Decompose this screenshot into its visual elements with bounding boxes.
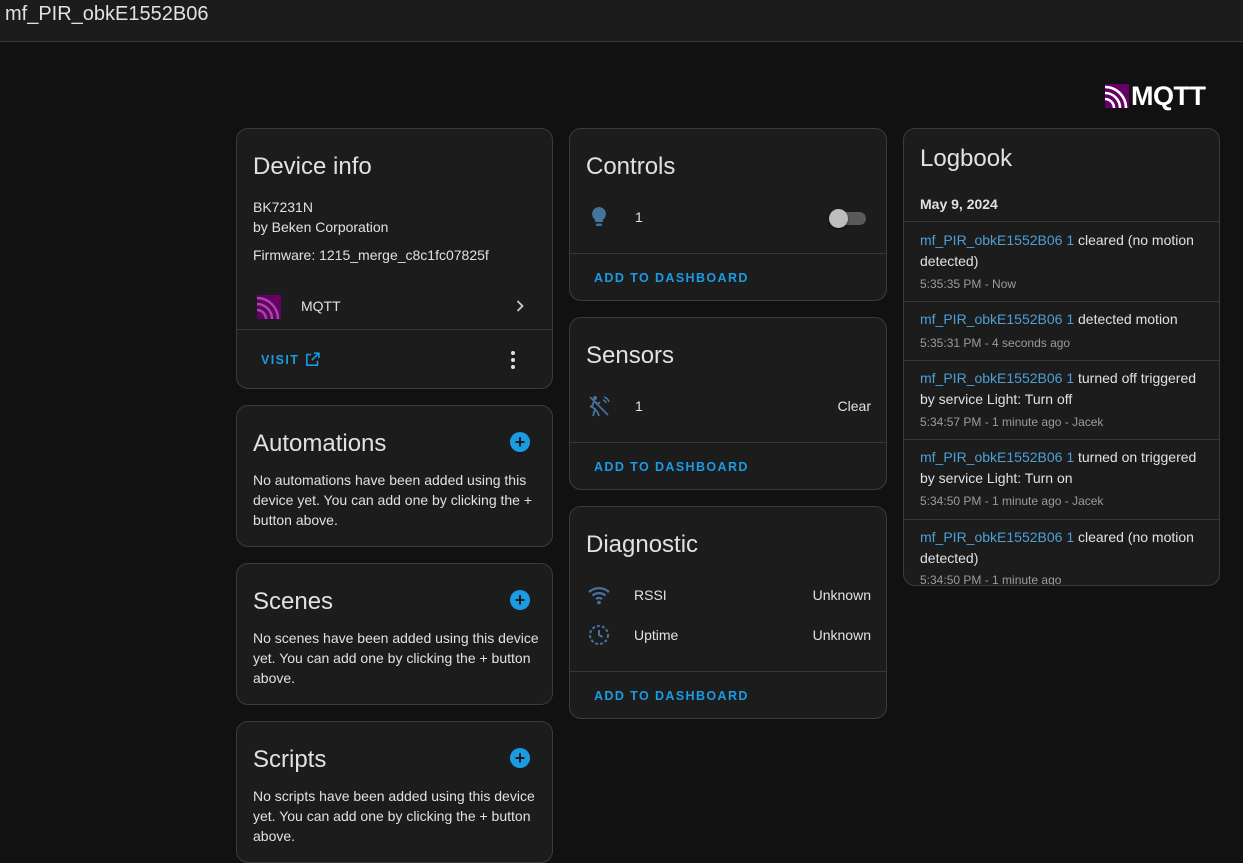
logbook-entity-link[interactable]: mf_PIR_obkE1552B06 1: [920, 529, 1074, 545]
device-model: BK7231N: [253, 199, 313, 215]
sensors-entity-state: Clear: [837, 398, 871, 414]
logbook-entity-link[interactable]: mf_PIR_obkE1552B06 1: [920, 232, 1074, 248]
logbook-entry-time: 5:34:50 PM - 1 minute ago - Jacek: [920, 494, 1104, 508]
logbook-entry-time: 5:35:31 PM - 4 seconds ago: [920, 336, 1071, 350]
logbook-entry-time: 5:34:50 PM - 1 minute ago: [920, 573, 1062, 586]
logbook-entity-link[interactable]: mf_PIR_obkE1552B06 1: [920, 370, 1074, 386]
logbook-card: Logbook May 9, 2024 mf_PIR_obkE1552B06 1…: [903, 128, 1220, 586]
diagnostic-rssi-value: Unknown: [812, 587, 871, 603]
logbook-entry: mf_PIR_obkE1552B06 1 turned off triggere…: [904, 361, 1219, 439]
diagnostic-uptime-label: Uptime: [634, 627, 679, 643]
open-in-new-icon: [306, 352, 320, 366]
logbook-entry-message: mf_PIR_obkE1552B06 1 turned off triggere…: [920, 368, 1204, 410]
wifi-icon: [588, 587, 610, 605]
logbook-title: Logbook: [920, 145, 1013, 172]
sensors-title: Sensors: [586, 342, 675, 369]
scripts-title: Scripts: [253, 746, 327, 773]
controls-title: Controls: [586, 153, 676, 180]
logbook-entity-link[interactable]: mf_PIR_obkE1552B06 1: [920, 311, 1074, 327]
logbook-entry: mf_PIR_obkE1552B06 1 cleared (no motion …: [904, 222, 1219, 300]
logbook-entry-time: 5:35:35 PM - Now: [920, 277, 1017, 291]
device-firmware: Firmware: 1215_merge_c8c1fc07825f: [253, 247, 489, 263]
chevron-right-icon: [516, 300, 524, 312]
device-manufacturer: by Beken Corporation: [253, 219, 389, 235]
lightbulb-icon: [592, 207, 606, 226]
add-automation-button[interactable]: +: [510, 432, 530, 452]
diagnostic-row-uptime[interactable]: Uptime Unknown: [570, 619, 886, 651]
sensors-card: Sensors 1 Clear ADD TO DASHBOARD: [569, 317, 887, 490]
automations-title: Automations: [253, 430, 387, 457]
integration-row[interactable]: MQTT: [237, 285, 552, 329]
divider: [237, 329, 552, 330]
controls-toggle[interactable]: [828, 207, 868, 229]
automations-card: Automations + No automations have been a…: [236, 405, 553, 547]
motion-sensor-icon: [589, 396, 610, 417]
logbook-entry: mf_PIR_obkE1552B06 1 cleared (no motion …: [904, 520, 1219, 586]
controls-entity-row[interactable]: 1: [570, 201, 886, 233]
controls-add-to-dashboard-button[interactable]: ADD TO DASHBOARD: [594, 271, 749, 285]
diagnostic-rssi-label: RSSI: [634, 587, 667, 603]
logbook-date: May 9, 2024: [920, 196, 998, 212]
divider: [570, 671, 886, 672]
diagnostic-add-to-dashboard-button[interactable]: ADD TO DASHBOARD: [594, 689, 749, 703]
logbook-entry-message: mf_PIR_obkE1552B06 1 cleared (no motion …: [920, 230, 1204, 272]
toggle-thumb: [829, 209, 848, 228]
scripts-empty-text: No scripts have been added using this de…: [253, 788, 535, 844]
integration-label: MQTT: [301, 298, 341, 314]
divider: [570, 253, 886, 254]
visit-button[interactable]: VISIT: [253, 347, 333, 373]
device-info-card: Device info BK7231N by Beken Corporation…: [236, 128, 553, 389]
mqtt-logo: MQTT: [1105, 80, 1206, 111]
diagnostic-title: Diagnostic: [586, 531, 699, 558]
scripts-card: Scripts + No scripts have been added usi…: [236, 721, 553, 863]
visit-label: VISIT: [261, 353, 300, 367]
more-options-button[interactable]: [500, 347, 526, 373]
sensors-entity-row[interactable]: 1 Clear: [570, 390, 886, 422]
scenes-title: Scenes: [253, 588, 334, 615]
logbook-entry-message: mf_PIR_obkE1552B06 1 detected motion: [920, 309, 1204, 330]
add-script-button[interactable]: +: [510, 748, 530, 768]
logbook-entry-message: mf_PIR_obkE1552B06 1 cleared (no motion …: [920, 527, 1204, 569]
device-info-title: Device info: [253, 153, 372, 180]
diagnostic-card: Diagnostic RSSI Unknown Uptime Unknown A…: [569, 506, 887, 719]
logbook-entry: mf_PIR_obkE1552B06 1 turned on triggered…: [904, 440, 1219, 518]
dots-vertical-icon: [511, 351, 515, 369]
logbook-entry: mf_PIR_obkE1552B06 1 detected motion 5:3…: [904, 302, 1219, 360]
divider: [570, 442, 886, 443]
logbook-entry-text: detected motion: [1078, 311, 1178, 327]
clock-icon: [589, 625, 609, 645]
add-scene-button[interactable]: +: [510, 590, 530, 610]
scenes-card: Scenes + No scenes have been added using…: [236, 563, 553, 705]
sensors-entity-name: 1: [635, 398, 643, 414]
scenes-empty-text: No scenes have been added using this dev…: [253, 630, 539, 686]
mqtt-logo-icon: [1105, 84, 1129, 108]
controls-entity-name: 1: [635, 209, 643, 225]
sensors-add-to-dashboard-button[interactable]: ADD TO DASHBOARD: [594, 460, 749, 474]
mqtt-icon: [257, 295, 281, 319]
logbook-entry-time: 5:34:57 PM - 1 minute ago - Jacek: [920, 415, 1104, 429]
automations-empty-text: No automations have been added using thi…: [253, 472, 533, 528]
diagnostic-uptime-value: Unknown: [812, 627, 871, 643]
controls-card: Controls 1 ADD TO DASHBOARD: [569, 128, 887, 301]
logbook-entry-message: mf_PIR_obkE1552B06 1 turned on triggered…: [920, 447, 1204, 489]
page-title: mf_PIR_obkE1552B06: [5, 3, 209, 25]
mqtt-logo-text: MQTT: [1131, 80, 1206, 111]
top-bar: mf_PIR_obkE1552B06: [0, 0, 1243, 42]
logbook-entity-link[interactable]: mf_PIR_obkE1552B06 1: [920, 449, 1074, 465]
diagnostic-row-rssi[interactable]: RSSI Unknown: [570, 579, 886, 611]
